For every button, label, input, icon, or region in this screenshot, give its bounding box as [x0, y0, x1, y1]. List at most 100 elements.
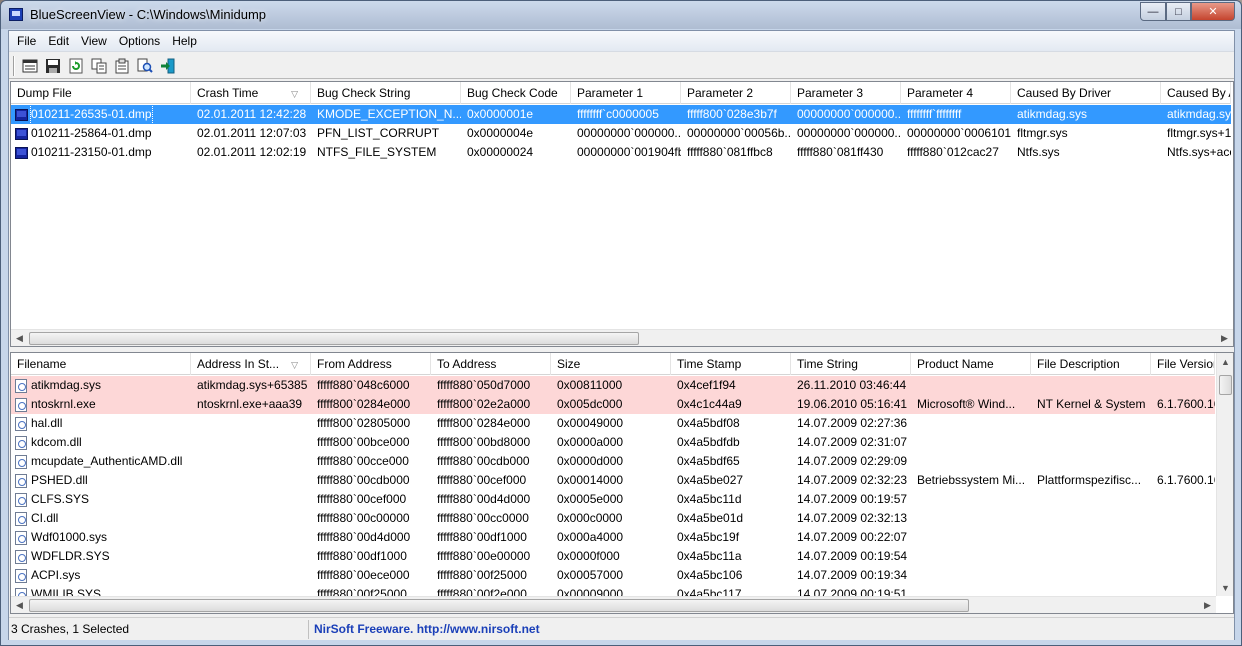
driver_list-filename-text: PSHED.dll — [31, 473, 88, 487]
driver_list-cell: fffff880`00cef000 — [317, 492, 407, 506]
crash_list-column-header[interactable]: Parameter 3 — [791, 82, 901, 104]
driver_list-cell — [1031, 528, 1151, 547]
crash_list-column-header[interactable]: Dump File — [11, 82, 191, 104]
menu-view[interactable]: View — [75, 32, 113, 51]
minimize-button[interactable]: — — [1140, 2, 1166, 21]
maximize-icon: □ — [1175, 5, 1182, 18]
crash_list-row[interactable]: 010211-23150-01.dmp 02.01.2011 12:02:19 NT… — [11, 143, 1231, 162]
refresh-button[interactable] — [65, 55, 87, 77]
driver_list-column-header[interactable]: From Address — [311, 353, 431, 375]
title-bar[interactable]: BlueScreenView - C:\Windows\Minidump — □… — [1, 1, 1241, 29]
crash-list-hscroll-thumb[interactable] — [29, 332, 639, 345]
save-icon — [46, 58, 60, 73]
driver_list-cell — [1031, 433, 1151, 452]
scroll-down-icon[interactable]: ▼ — [1217, 579, 1233, 596]
driver_list-row[interactable]: atikmdag.sys atikmdag.sys+65385 fffff880`0… — [11, 376, 1215, 395]
nirsoft-link[interactable]: NirSoft Freeware. http://www.nirsoft.net — [309, 622, 540, 636]
driver_list-column-header[interactable]: File Description — [1031, 353, 1151, 375]
crash_list-row[interactable]: 010211-26535-01.dmp 02.01.2011 12:42:28 KM… — [11, 105, 1231, 124]
driver_list-cell: 0x4a5bc11d — [677, 492, 742, 506]
crash_list-filename-text: 010211-26535-01.dmp — [30, 105, 153, 124]
driver_list-row[interactable]: mcupdate_AuthenticAMD.dll fffff880`00cce0… — [11, 452, 1215, 471]
crash_list-row[interactable]: 010211-25864-01.dmp 02.01.2011 12:07:03 PF… — [11, 124, 1231, 143]
driver-list-vscroll-thumb[interactable] — [1219, 375, 1232, 395]
driver_list-row[interactable]: PSHED.dll fffff880`00cdb000 fffff880`00cef… — [11, 471, 1215, 490]
driver-list-hscrollbar[interactable]: ◀ ▶ — [11, 596, 1216, 613]
crash_list-column-header[interactable]: Bug Check Code — [461, 82, 571, 104]
status-summary: 3 Crashes, 1 Selected — [9, 619, 309, 639]
driver-file-icon — [15, 549, 27, 564]
driver_list-row[interactable]: hal.dll fffff800`02805000 fffff800`0284e00… — [11, 414, 1215, 433]
driver_list-row[interactable]: CLFS.SYS fffff880`00cef000 fffff880`00d4d0… — [11, 490, 1215, 509]
driver_list-column-header[interactable]: To Address — [431, 353, 551, 375]
driver_list-cell: 19.06.2010 05:16:41 — [797, 397, 908, 411]
crash_list-cell: ffffffff`ffffffff — [907, 107, 962, 121]
app-icon — [9, 8, 23, 21]
driver_list-cell — [191, 566, 311, 585]
driver_list-row[interactable]: kdcom.dll fffff800`00bce000 fffff800`00bd8… — [11, 433, 1215, 452]
menu-file[interactable]: File — [11, 32, 42, 51]
scroll-left-icon[interactable]: ◀ — [11, 330, 28, 346]
menu-options[interactable]: Options — [113, 32, 166, 51]
menu-edit[interactable]: Edit — [42, 32, 75, 51]
scroll-up-icon[interactable]: ▲ — [1217, 353, 1233, 370]
crash_list-column-header[interactable]: Bug Check String — [311, 82, 461, 104]
driver_list-column-header[interactable]: Filename — [11, 353, 191, 375]
driver_list-cell — [191, 452, 311, 471]
driver_list-cell: 14.07.2009 02:29:09 — [797, 454, 908, 468]
sort-arrow-icon: ▽ — [291, 360, 298, 370]
driver_list-filename-text: mcupdate_AuthenticAMD.dll — [31, 454, 183, 468]
driver_list-column-header[interactable]: Product Name — [911, 353, 1031, 375]
crash-list[interactable]: Dump File Crash Time ▽ Bug Check String Bug … — [10, 81, 1234, 347]
driver_list-column-header[interactable]: Time String — [791, 353, 911, 375]
driver_list-column-header[interactable]: Address In St... ▽ — [191, 353, 311, 375]
scroll-right-icon[interactable]: ▶ — [1199, 597, 1216, 613]
driver-list-vscrollbar[interactable]: ▲ ▼ — [1216, 353, 1233, 596]
maximize-button[interactable]: □ — [1166, 2, 1191, 21]
driver_list-cell — [911, 433, 1031, 452]
driver_list-cell: 0x0005e000 — [557, 492, 624, 506]
crash_list-column-header[interactable]: Parameter 4 — [901, 82, 1011, 104]
crash_list-column-header[interactable]: Crash Time ▽ — [191, 82, 311, 104]
driver_list-cell — [1151, 452, 1215, 471]
save-html-button[interactable] — [19, 55, 41, 77]
scroll-right-icon[interactable]: ▶ — [1216, 330, 1233, 346]
crash_list-cell: 00000000`001904fb — [577, 145, 681, 159]
crash_list-column-header[interactable]: Parameter 2 — [681, 82, 791, 104]
driver_list-column-header[interactable]: Size — [551, 353, 671, 375]
menu-help[interactable]: Help — [166, 32, 203, 51]
driver_list-cell: 14.07.2009 02:31:07 — [797, 435, 908, 449]
properties-button[interactable] — [111, 55, 133, 77]
driver-file-icon — [15, 435, 27, 450]
save-button[interactable] — [42, 55, 64, 77]
driver_list-column-header[interactable]: File Version — [1151, 353, 1215, 375]
driver_list-filename-cell: CLFS.SYS — [11, 490, 191, 509]
driver-list[interactable]: Filename Address In St... ▽ From Address To … — [10, 352, 1234, 614]
driver_list-filename-text: hal.dll — [31, 416, 63, 430]
driver_list-row[interactable]: CI.dll fffff880`00c00000 fffff880`00cc0000… — [11, 509, 1215, 528]
minimize-icon: — — [1147, 5, 1159, 18]
driver_list-filename-text: CLFS.SYS — [31, 492, 90, 506]
copy-button[interactable] — [88, 55, 110, 77]
driver_list-cell — [911, 566, 1031, 585]
driver_list-cell: 14.07.2009 00:19:54 — [797, 549, 908, 563]
driver_list-row[interactable]: Wdf01000.sys fffff880`00d4d000 fffff880`00… — [11, 528, 1215, 547]
crash_list-column-header[interactable]: Caused By Ad — [1161, 82, 1231, 104]
close-button[interactable]: ✕ — [1191, 2, 1235, 21]
driver_list-row[interactable]: ACPI.sys fffff880`00ece000 fffff880`00f250… — [11, 566, 1215, 585]
crash_list-cell: 0x00000024 — [467, 145, 534, 159]
crash_list-column-header[interactable]: Parameter 1 — [571, 82, 681, 104]
crash_list-column-header[interactable]: Caused By Driver — [1011, 82, 1161, 104]
driver_list-cell — [1031, 547, 1151, 566]
driver_list-filename-cell: hal.dll — [11, 414, 191, 433]
driver_list-row[interactable]: WDFLDR.SYS fffff880`00df1000 fffff880`00e0… — [11, 547, 1215, 566]
driver_list-column-header[interactable]: Time Stamp — [671, 353, 791, 375]
client-area: File Edit View Options Help Dump File Cr… — [8, 30, 1235, 640]
exit-button[interactable] — [157, 55, 179, 77]
driver-file-icon — [15, 492, 27, 507]
driver_list-row[interactable]: ntoskrnl.exe ntoskrnl.exe+aaa39 fffff800`0… — [11, 395, 1215, 414]
driver-list-hscroll-thumb[interactable] — [29, 599, 969, 612]
scroll-left-icon[interactable]: ◀ — [11, 597, 28, 613]
crash-list-hscrollbar[interactable]: ◀ ▶ — [11, 329, 1233, 346]
find-button[interactable] — [134, 55, 156, 77]
